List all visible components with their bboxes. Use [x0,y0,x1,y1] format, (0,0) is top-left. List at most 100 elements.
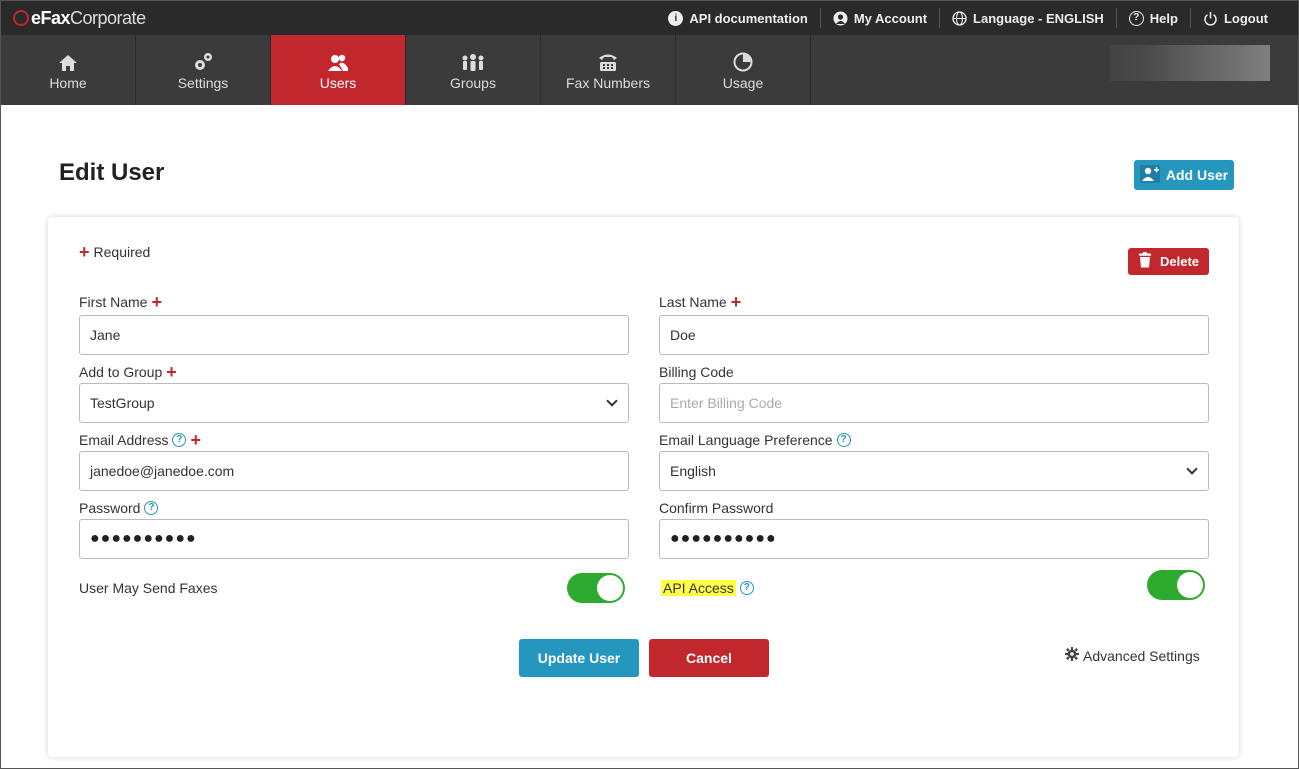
group-value: TestGroup [90,395,155,411]
delete-label: Delete [1159,254,1200,269]
password-input[interactable]: ●●●●●●●●●● [79,519,629,559]
first-name-label-text: First Name [79,294,148,310]
email-language-label-text: Email Language Preference [659,432,833,448]
last-name-input[interactable]: Doe [659,315,1209,355]
brand-light: Corporate [70,7,146,28]
required-note: + Required [79,242,151,262]
help-label: Help [1149,10,1178,26]
required-marker: + [730,292,742,312]
users-icon [327,50,349,72]
confirm-password-input[interactable]: ●●●●●●●●●● [659,519,1209,559]
main-nav: Home Settings Users Groups Fax Numbers U… [1,35,1298,105]
gear-icon [1065,647,1079,664]
help-icon[interactable]: ? [739,581,754,595]
info-icon: i [668,10,684,26]
email-language-value: English [670,463,716,479]
trash-icon [1138,252,1152,271]
chevron-down-icon [606,395,618,407]
user-icon [833,11,848,26]
add-user-button[interactable]: Add User [1134,160,1234,190]
required-marker: + [79,242,90,262]
brand-bold: eFax [31,7,71,28]
billing-code-input[interactable]: Enter Billing Code [659,383,1209,423]
delete-button[interactable]: Delete [1128,248,1209,275]
cancel-label: Cancel [686,650,732,666]
confirm-password-value: ●●●●●●●●●● [670,530,777,547]
send-faxes-toggle[interactable] [567,573,625,603]
nav-home-label: Home [49,74,87,91]
nav-groups-label: Groups [450,74,496,91]
nav-usage[interactable]: Usage [676,35,811,105]
language-link[interactable]: Language - ENGLISH [939,8,1116,28]
nav-home[interactable]: Home [1,35,136,105]
api-documentation-link[interactable]: i API documentation [656,8,819,28]
gears-icon [192,50,214,72]
confirm-password-label: Confirm Password [659,500,773,516]
groups-icon [461,50,485,72]
help-link[interactable]: ? Help [1115,8,1190,28]
email-label: Email Address ? + [79,430,201,450]
help-icon[interactable]: ? [172,433,187,447]
help-icon[interactable]: ? [144,501,159,515]
cancel-button[interactable]: Cancel [649,639,769,677]
nav-settings-label: Settings [177,74,229,91]
add-user-label: Add User [1165,167,1229,183]
nav-users-label: Users [319,74,357,91]
api-documentation-label: API documentation [689,10,808,26]
nav-groups[interactable]: Groups [406,35,541,105]
toggle-knob [1177,572,1203,598]
nav-fax-numbers[interactable]: Fax Numbers [541,35,676,105]
group-label-text: Add to Group [79,364,163,380]
update-user-label: Update User [537,650,621,666]
api-access-toggle[interactable] [1147,570,1205,600]
first-name-label: First Name + [79,292,162,312]
logout-label: Logout [1223,10,1268,26]
email-label-text: Email Address [79,432,169,448]
send-faxes-label-text: User May Send Faxes [79,580,218,596]
required-label: Required [93,244,151,260]
efax-logo-icon [13,10,29,26]
my-account-link[interactable]: My Account [819,8,939,28]
required-marker: + [190,430,201,450]
send-faxes-label: User May Send Faxes [79,580,218,596]
language-label: Language - ENGLISH [973,10,1104,26]
toggle-knob [597,575,623,601]
api-access-label-text: API Access [661,580,736,596]
chevron-down-icon [1186,463,1198,475]
nav-usage-label: Usage [722,74,764,91]
first-name-input[interactable]: Jane [79,315,629,355]
billing-code-placeholder: Enter Billing Code [670,395,783,411]
advanced-settings-label: Advanced Settings [1083,647,1200,664]
required-marker: + [151,292,162,312]
group-select[interactable]: TestGroup [79,383,629,423]
required-marker: + [166,362,177,382]
email-input[interactable]: janedoe@janedoe.com [79,451,629,491]
page-title: Edit User [59,159,165,186]
last-name-label-text: Last Name [659,294,727,310]
logout-link[interactable]: Logout [1189,8,1280,28]
group-label: Add to Group + [79,362,177,382]
password-label: Password ? [79,500,159,516]
update-user-button[interactable]: Update User [519,639,639,677]
first-name-value: Jane [90,327,121,343]
password-value: ●●●●●●●●●● [90,530,197,547]
power-icon [1203,11,1218,26]
nav-fax-numbers-label: Fax Numbers [565,74,651,91]
email-language-select[interactable]: English [659,451,1209,491]
my-account-label: My Account [853,10,928,26]
billing-code-label: Billing Code [659,364,734,380]
home-icon [58,50,78,72]
help-icon[interactable]: ? [836,433,851,447]
last-name-label: Last Name + [659,292,742,312]
nav-settings[interactable]: Settings [136,35,271,105]
nav-users[interactable]: Users [271,35,406,105]
fax-icon [597,50,619,72]
efax-logo[interactable]: eFax Corporate [13,7,146,29]
api-access-label: API Access ? [661,580,754,596]
password-label-text: Password [79,500,141,516]
confirm-password-label-text: Confirm Password [659,500,774,516]
advanced-settings-link[interactable]: Advanced Settings [1065,647,1200,664]
top-links: i API documentation My Account Language … [656,1,1280,35]
help-icon: ? [1128,10,1144,26]
account-name-redacted [1110,45,1270,81]
